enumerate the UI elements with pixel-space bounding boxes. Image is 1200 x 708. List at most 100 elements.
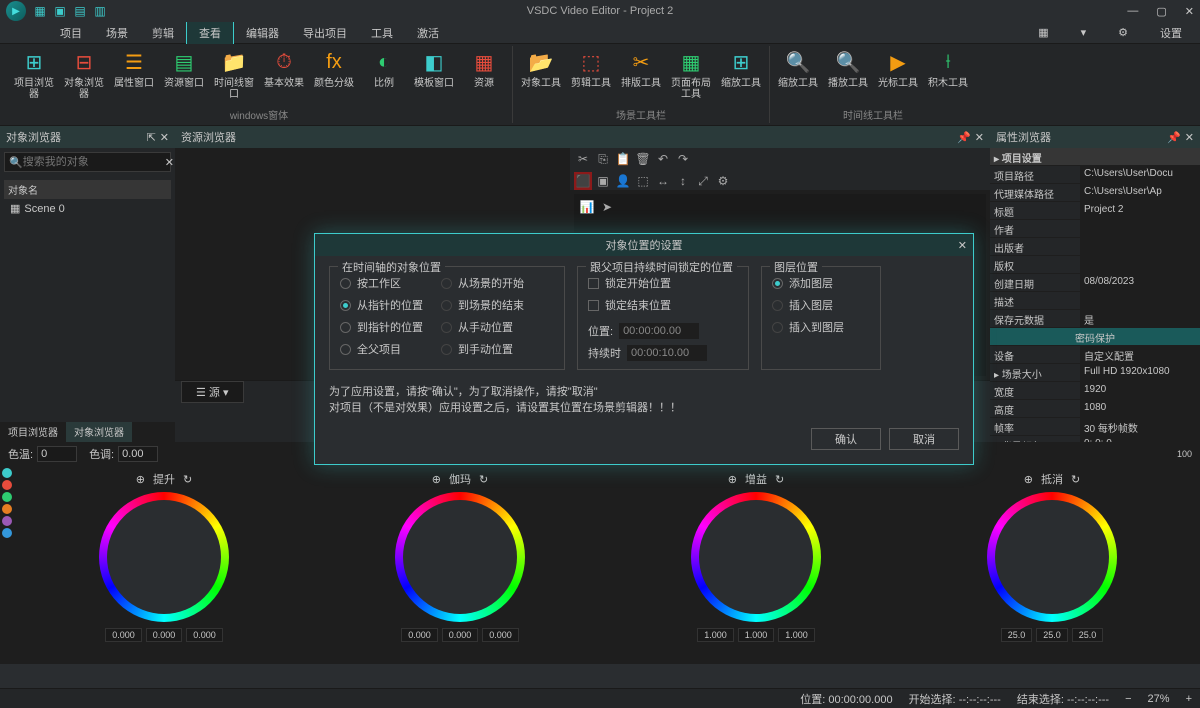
preset-dot[interactable]: [2, 480, 12, 490]
tint-input[interactable]: [118, 446, 158, 462]
cancel-button[interactable]: 取消: [889, 428, 959, 450]
ribbon-button[interactable]: 📁时间线窗口: [210, 46, 258, 102]
maximize-icon[interactable]: ▢: [1156, 5, 1166, 18]
zoom-in-icon[interactable]: +: [1186, 693, 1192, 705]
menu-project[interactable]: 项目: [48, 22, 94, 44]
target-icon[interactable]: ⊕: [136, 473, 145, 486]
dialog-close-icon[interactable]: ✕: [958, 239, 967, 252]
ribbon-button[interactable]: ⟊积木工具: [924, 46, 972, 91]
layout-icon[interactable]: ▦: [1026, 23, 1060, 42]
clear-icon[interactable]: ✕: [165, 156, 174, 169]
target-icon[interactable]: ⊕: [728, 473, 737, 486]
radio-option[interactable]: 全父项目: [340, 341, 423, 357]
menu-view[interactable]: 查看: [186, 21, 234, 44]
tool-icon[interactable]: ↔: [654, 172, 672, 190]
record-icon[interactable]: ⬛: [574, 172, 592, 190]
property-value[interactable]: Project 2: [1080, 202, 1200, 219]
reset-icon[interactable]: ↻: [183, 473, 192, 486]
close-icon[interactable]: ✕: [1185, 131, 1194, 144]
wheel-value[interactable]: 0.000: [146, 628, 183, 642]
zoom-out-icon[interactable]: −: [1125, 693, 1131, 705]
property-value[interactable]: 30 每秒帧数: [1080, 418, 1200, 435]
property-value[interactable]: 是: [1080, 310, 1200, 327]
ribbon-button[interactable]: ▦页面布局工具: [667, 46, 715, 102]
ribbon-button[interactable]: ⊞缩放工具: [717, 46, 765, 91]
source-button[interactable]: ☰ 源 ▾: [181, 381, 244, 403]
wheel-value[interactable]: 1.000: [738, 628, 775, 642]
ribbon-button[interactable]: ☰属性窗口: [110, 46, 158, 91]
menu-editor[interactable]: 编辑器: [234, 22, 291, 44]
pin-icon[interactable]: 📌: [1167, 131, 1181, 144]
property-value[interactable]: C:\Users\User\Docu: [1080, 166, 1200, 183]
tool-icon[interactable]: ↕: [674, 172, 692, 190]
ribbon-button[interactable]: ◧模板窗口: [410, 46, 458, 91]
property-value[interactable]: [1080, 220, 1200, 237]
cut-icon[interactable]: ✂: [574, 150, 592, 168]
gear-icon[interactable]: ⚙: [714, 172, 732, 190]
ribbon-button[interactable]: 📂对象工具: [517, 46, 565, 91]
close-icon[interactable]: ✕: [160, 131, 169, 144]
color-wheel[interactable]: [99, 492, 229, 622]
menu-tools[interactable]: 工具: [359, 22, 405, 44]
scene-item[interactable]: ▦Scene 0: [4, 199, 171, 218]
qat-icon[interactable]: ▤: [72, 3, 88, 19]
close-icon[interactable]: ✕: [975, 131, 984, 144]
delete-icon[interactable]: 🗑: [634, 150, 652, 168]
lock-start-checkbox[interactable]: 锁定开始位置: [588, 275, 738, 291]
gear-icon[interactable]: ⚙: [1106, 23, 1140, 42]
property-value[interactable]: [1080, 238, 1200, 255]
wheel-value[interactable]: 0.000: [186, 628, 223, 642]
ribbon-button[interactable]: 🔍播放工具: [824, 46, 872, 91]
pin-icon[interactable]: ⇱: [147, 131, 156, 144]
reset-icon[interactable]: ↻: [775, 473, 784, 486]
preset-dot[interactable]: [2, 504, 12, 514]
target-icon[interactable]: ⊕: [1024, 473, 1033, 486]
ribbon-button[interactable]: ◐比例: [360, 46, 408, 91]
property-value[interactable]: [1080, 256, 1200, 273]
ok-button[interactable]: 确认: [811, 428, 881, 450]
tool-icon[interactable]: ⤢: [694, 172, 712, 190]
preset-dot[interactable]: [2, 516, 12, 526]
object-search[interactable]: 🔍 ✕: [4, 152, 171, 172]
property-value[interactable]: [1080, 292, 1200, 309]
tool-icon[interactable]: ⬚: [634, 172, 652, 190]
dropdown-icon[interactable]: ▾: [1069, 23, 1099, 42]
ribbon-button[interactable]: ⬚剪辑工具: [567, 46, 615, 91]
tool-icon[interactable]: 👤: [614, 172, 632, 190]
radio-option[interactable]: 添加图层: [772, 275, 870, 291]
position-input[interactable]: [619, 323, 699, 339]
wheel-value[interactable]: 25.0: [1072, 628, 1104, 642]
preset-dot[interactable]: [2, 492, 12, 502]
undo-icon[interactable]: ↶: [654, 150, 672, 168]
reset-icon[interactable]: ↻: [1071, 473, 1080, 486]
color-wheel[interactable]: [395, 492, 525, 622]
ribbon-button[interactable]: ⊞项目浏览器: [10, 46, 58, 102]
ribbon-button[interactable]: 🔍缩放工具: [774, 46, 822, 91]
property-value[interactable]: 08/08/2023: [1080, 274, 1200, 291]
ribbon-button[interactable]: ✂排版工具: [617, 46, 665, 91]
menu-export[interactable]: 导出项目: [291, 22, 359, 44]
tab-project-browser[interactable]: 项目浏览器: [0, 422, 66, 442]
duration-input[interactable]: [627, 345, 707, 361]
wheel-value[interactable]: 0.000: [482, 628, 519, 642]
wheel-value[interactable]: 25.0: [1001, 628, 1033, 642]
minimize-icon[interactable]: —: [1127, 5, 1138, 18]
wheel-value[interactable]: 0.000: [442, 628, 479, 642]
search-input[interactable]: [23, 156, 165, 168]
wheel-value[interactable]: 1.000: [697, 628, 734, 642]
preset-dot[interactable]: [2, 528, 12, 538]
property-value[interactable]: C:\Users\User\Ap: [1080, 184, 1200, 201]
qat-icon[interactable]: ▣: [52, 3, 68, 19]
menu-activate[interactable]: 激活: [405, 22, 451, 44]
ribbon-button[interactable]: ▶光标工具: [874, 46, 922, 91]
menu-scene[interactable]: 场景: [94, 22, 140, 44]
menu-clip[interactable]: 剪辑: [140, 22, 186, 44]
color-wheel[interactable]: [987, 492, 1117, 622]
property-value[interactable]: 自定义配置: [1080, 346, 1200, 363]
chart-icon[interactable]: 📊: [578, 198, 596, 216]
ribbon-button[interactable]: ⏱基本效果: [260, 46, 308, 91]
ribbon-button[interactable]: ⊟对象浏览器: [60, 46, 108, 102]
radio-option[interactable]: 从指针的位置: [340, 297, 423, 313]
redo-icon[interactable]: ↷: [674, 150, 692, 168]
ribbon-button[interactable]: ▦资源: [460, 46, 508, 91]
